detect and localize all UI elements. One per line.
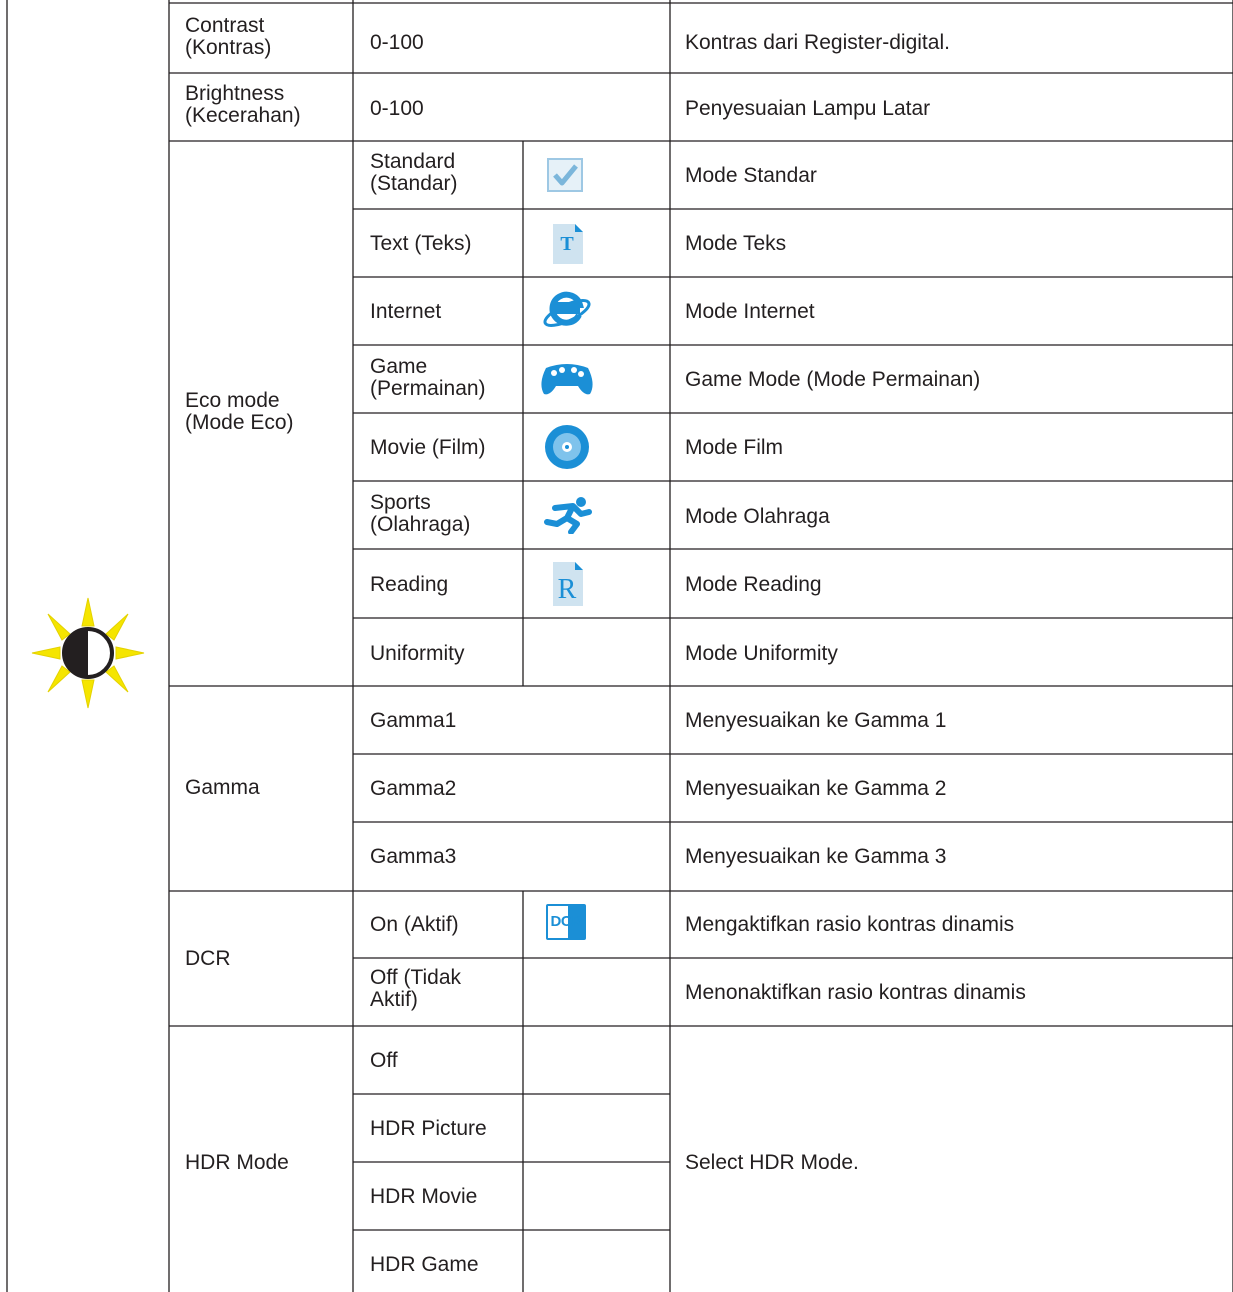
contrast-range: 0-100 — [370, 31, 424, 54]
eco-desc-internet: Mode Internet — [685, 300, 815, 323]
gamepad-icon — [541, 364, 593, 395]
eco-desc-movie: Mode Film — [685, 436, 784, 459]
contrast-label: Contrast (Kontras) — [185, 14, 272, 59]
dcr-desc-off: Menonaktifkan rasio kontras dinamis — [685, 981, 1026, 1004]
brightness-description: Penyesuaian Lampu Latar — [685, 97, 931, 120]
brightness-label: Brightness (Kecerahan) — [185, 82, 301, 127]
hdr-option-off: Off — [370, 1049, 398, 1072]
eco-desc-uniformity: Mode Uniformity — [685, 642, 838, 665]
gamma-option-3: Gamma3 — [370, 845, 457, 868]
dcr-label: DCR — [185, 947, 231, 970]
eco-option-game: Game (Permainan) — [370, 355, 486, 400]
eco-option-text: Text (Teks) — [370, 232, 472, 255]
eco-option-movie: Movie (Film) — [370, 436, 486, 459]
table-grid — [6, 0, 1233, 1292]
hdr-option-movie: HDR Movie — [370, 1185, 478, 1208]
osd-luminance-table: Contrast (Kontras) 0-100 Kontras dari Re… — [0, 0, 1233, 1292]
hdr-option-game: HDR Game — [370, 1253, 479, 1276]
check-icon — [547, 158, 583, 192]
hdr-option-picture: HDR Picture — [370, 1117, 487, 1140]
svg-text:T: T — [560, 233, 574, 255]
gamma-option-1: Gamma1 — [370, 709, 457, 732]
eco-option-sports: Sports (Olahraga) — [370, 491, 471, 536]
eco-mode-label: Eco mode (Mode Eco) — [185, 389, 294, 434]
dcr-desc-on: Mengaktifkan rasio kontras dinamis — [685, 913, 1015, 936]
hdr-mode-label: HDR Mode — [185, 1151, 289, 1174]
eco-option-standard: Standard (Standar) — [370, 150, 458, 195]
runner-icon — [544, 497, 592, 534]
eco-option-uniformity: Uniformity — [370, 642, 465, 665]
reading-r-icon: R — [553, 562, 583, 606]
eco-desc-standard: Mode Standar — [685, 164, 817, 187]
disc-icon — [545, 425, 589, 469]
hdr-mode-description: Select HDR Mode. — [685, 1151, 859, 1174]
dcr-option-on: On (Aktif) — [370, 913, 459, 936]
eco-desc-game: Game Mode (Mode Permainan) — [685, 368, 981, 391]
eco-desc-sports: Mode Olahraga — [685, 505, 830, 528]
gamma-option-2: Gamma2 — [370, 777, 457, 800]
text-t-icon: T — [553, 224, 583, 264]
brightness-range: 0-100 — [370, 97, 424, 120]
internet-e-icon — [543, 291, 591, 327]
dcr-option-off: Off (Tidak Aktif) — [370, 966, 462, 1011]
gamma-desc-1: Menyesuaikan ke Gamma 1 — [685, 709, 947, 732]
eco-option-internet: Internet — [370, 300, 442, 323]
dcr-icon: DCR — [546, 904, 586, 940]
eco-desc-reading: Mode Reading — [685, 573, 822, 596]
gamma-desc-3: Menyesuaikan ke Gamma 3 — [685, 845, 947, 868]
eco-desc-text: Mode Teks — [685, 232, 787, 255]
luminance-sun-icon — [31, 597, 145, 709]
gamma-desc-2: Menyesuaikan ke Gamma 2 — [685, 777, 947, 800]
contrast-description: Kontras dari Register-digital. — [685, 31, 950, 54]
eco-option-reading: Reading — [370, 573, 449, 596]
svg-text:R: R — [558, 574, 577, 605]
gamma-label: Gamma — [185, 776, 260, 799]
